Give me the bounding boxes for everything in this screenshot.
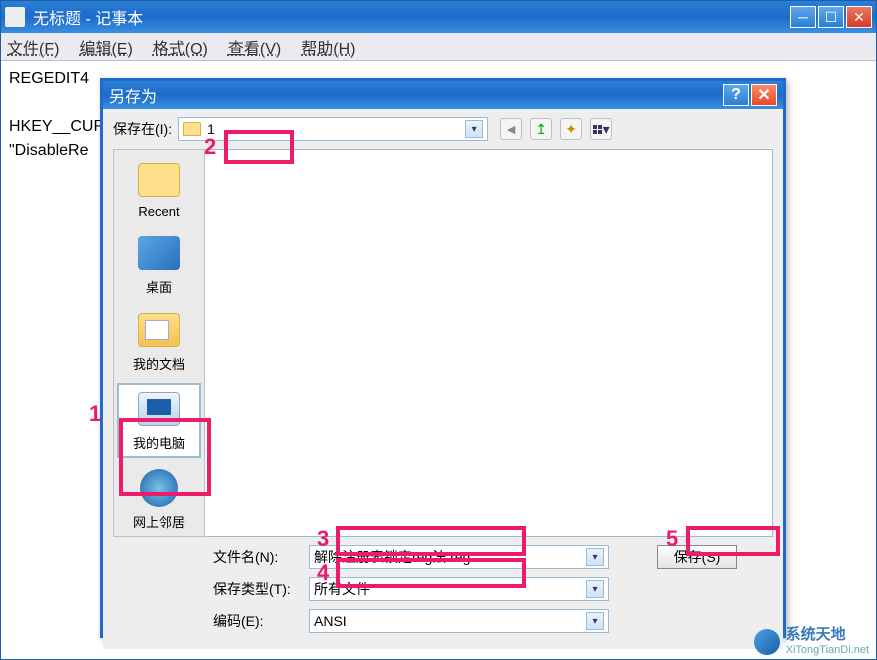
place-network-label: 网上邻居 xyxy=(117,512,201,531)
close-button[interactable]: ✕ xyxy=(846,6,872,28)
savein-label: 保存在(I): xyxy=(113,119,172,139)
menu-help[interactable]: 帮助(H) xyxy=(301,35,355,59)
filetype-label: 保存类型(T): xyxy=(213,579,301,599)
saveas-titlebar: 另存为 ? ✕ xyxy=(103,81,783,109)
annotation-number-1: 1 xyxy=(89,401,101,427)
recent-icon xyxy=(138,163,180,197)
minimize-button[interactable]: ─ xyxy=(790,6,816,28)
network-icon xyxy=(140,469,178,507)
annotation-number-4: 4 xyxy=(317,560,329,586)
watermark-zh: 系统天地 xyxy=(786,627,869,644)
encoding-label: 编码(E): xyxy=(213,611,301,631)
dialog-close-button[interactable]: ✕ xyxy=(751,84,777,106)
new-folder-icon[interactable]: ✦ xyxy=(560,118,582,140)
watermark-en: XiTongTianDi.net xyxy=(786,644,869,656)
computer-icon xyxy=(138,392,180,426)
help-button[interactable]: ? xyxy=(723,84,749,106)
back-icon[interactable]: ◄ xyxy=(500,118,522,140)
menu-view[interactable]: 查看(V) xyxy=(228,35,281,59)
menu-format[interactable]: 格式(O) xyxy=(153,35,208,59)
chevron-down-icon[interactable]: ▾ xyxy=(586,612,604,630)
place-desktop-label: 桌面 xyxy=(117,277,201,296)
watermark: 系统天地 XiTongTianDi.net xyxy=(754,627,869,656)
saveas-title: 另存为 xyxy=(109,83,721,107)
encoding-value: ANSI xyxy=(314,613,586,629)
place-documents-label: 我的文档 xyxy=(117,354,201,373)
annotation-number-5: 5 xyxy=(666,526,678,552)
chevron-down-icon[interactable]: ▾ xyxy=(586,548,604,566)
up-folder-icon[interactable]: ↥ xyxy=(530,118,552,140)
filename-input[interactable]: 解除注册表锁定reg法.reg ▾ xyxy=(309,545,609,569)
savein-value: 1 xyxy=(207,121,465,137)
place-network[interactable]: 网上邻居 xyxy=(117,464,201,535)
filename-value: 解除注册表锁定reg法.reg xyxy=(314,547,586,567)
notepad-menubar: 文件(F) 编辑(E) 格式(O) 查看(V) 帮助(H) xyxy=(1,33,876,61)
places-bar: Recent 桌面 我的文档 我的电脑 网上邻居 xyxy=(113,149,205,537)
menu-edit[interactable]: 编辑(E) xyxy=(79,35,132,59)
encoding-select[interactable]: ANSI ▾ xyxy=(309,609,609,633)
maximize-button[interactable]: ☐ xyxy=(818,6,844,28)
notepad-icon xyxy=(5,7,25,27)
place-desktop[interactable]: 桌面 xyxy=(117,229,201,300)
watermark-logo-icon xyxy=(754,629,780,655)
place-documents[interactable]: 我的文档 xyxy=(117,306,201,377)
desktop-icon xyxy=(138,236,180,270)
place-computer-label: 我的电脑 xyxy=(119,433,199,452)
annotation-number-3: 3 xyxy=(317,526,329,552)
content-line3: "DisableRe xyxy=(9,142,89,159)
documents-icon xyxy=(138,313,180,347)
notepad-titlebar: 无标题 - 记事本 ─ ☐ ✕ xyxy=(1,1,876,33)
filename-label: 文件名(N): xyxy=(213,547,301,567)
place-recent-label: Recent xyxy=(117,204,201,219)
notepad-title: 无标题 - 记事本 xyxy=(33,5,790,29)
saveas-dialog: 另存为 ? ✕ 保存在(I): 1 ▾ ◄ ↥ ✦ ▾ Recent xyxy=(100,78,786,638)
annotation-number-2: 2 xyxy=(204,134,216,160)
place-recent[interactable]: Recent xyxy=(117,156,201,223)
place-computer[interactable]: 我的电脑 xyxy=(117,383,201,458)
file-list-pane[interactable] xyxy=(205,149,773,537)
filetype-value: 所有文件 xyxy=(314,579,586,599)
content-line1: REGEDIT4 xyxy=(9,70,89,87)
folder-icon xyxy=(183,122,201,136)
chevron-down-icon[interactable]: ▾ xyxy=(586,580,604,598)
savein-combo[interactable]: 1 ▾ xyxy=(178,117,488,141)
chevron-down-icon[interactable]: ▾ xyxy=(465,120,483,138)
view-menu-icon[interactable]: ▾ xyxy=(590,118,612,140)
menu-file[interactable]: 文件(F) xyxy=(7,35,59,59)
filetype-select[interactable]: 所有文件 ▾ xyxy=(309,577,609,601)
